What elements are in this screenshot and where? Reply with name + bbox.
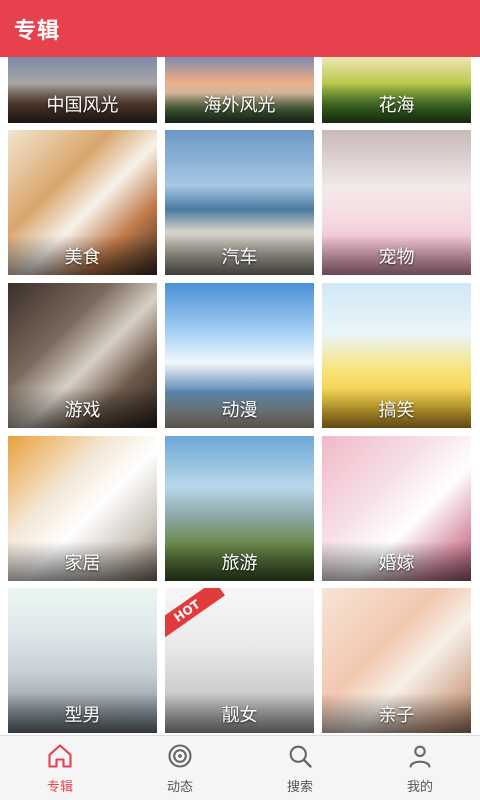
tab-feed[interactable]: 动态	[120, 736, 240, 800]
album-tile-handsome[interactable]: 型男	[8, 588, 157, 733]
tab-album[interactable]: 专辑	[0, 736, 120, 800]
album-tile-flowers[interactable]: 花海	[322, 57, 471, 123]
tile-label: 旅游	[165, 541, 314, 581]
album-tile-travel[interactable]: 旅游	[165, 436, 314, 581]
tile-label: 宠物	[322, 235, 471, 275]
tile-label: 动漫	[165, 388, 314, 428]
tile-label: 家居	[8, 541, 157, 581]
tile-label: 型男	[8, 693, 157, 733]
user-icon	[409, 745, 431, 768]
tile-label: 海外风光	[165, 83, 314, 123]
album-tile-china[interactable]: 中国风光	[8, 57, 157, 123]
tile-label: 中国风光	[8, 83, 157, 123]
tab-me[interactable]: 我的	[360, 736, 480, 800]
album-tile-home[interactable]: 家居	[8, 436, 157, 581]
album-tile-pet[interactable]: 宠物	[322, 130, 471, 275]
home-icon	[48, 743, 72, 768]
tab-label: 搜索	[286, 779, 313, 795]
tile-label: 搞笑	[322, 388, 471, 428]
tile-label: 花海	[322, 83, 471, 123]
radar-icon	[168, 743, 192, 768]
tab-label: 专辑	[46, 779, 73, 795]
album-grid: 中国风光 海外风光 花海 美食 汽车 宠物 游戏 动漫 搞笑 家居 旅游 婚嫁 …	[0, 57, 480, 735]
album-tile-parent-child[interactable]: 亲子	[322, 588, 471, 733]
album-tile-overseas[interactable]: 海外风光	[165, 57, 314, 123]
tile-label: 汽车	[165, 235, 314, 275]
app-header: 专辑	[0, 0, 480, 57]
tab-label: 我的	[406, 779, 433, 795]
album-tile-anime[interactable]: 动漫	[165, 283, 314, 428]
tile-label: 婚嫁	[322, 541, 471, 581]
bottom-tab-bar: 专辑 动态 搜索 我的	[0, 735, 480, 800]
page-title: 专辑	[14, 18, 61, 44]
album-tile-wedding[interactable]: 婚嫁	[322, 436, 471, 581]
tile-label: 游戏	[8, 388, 157, 428]
album-tile-funny[interactable]: 搞笑	[322, 283, 471, 428]
album-tile-car[interactable]: 汽车	[165, 130, 314, 275]
album-tile-beauty[interactable]: HOT 靓女	[165, 588, 314, 733]
album-tile-game[interactable]: 游戏	[8, 283, 157, 428]
search-icon	[289, 745, 312, 768]
tile-label: 美食	[8, 235, 157, 275]
tile-label: 靓女	[165, 693, 314, 733]
album-tile-food[interactable]: 美食	[8, 130, 157, 275]
tab-search[interactable]: 搜索	[240, 736, 360, 800]
tab-label: 动态	[166, 779, 193, 795]
tile-label: 亲子	[322, 693, 471, 733]
